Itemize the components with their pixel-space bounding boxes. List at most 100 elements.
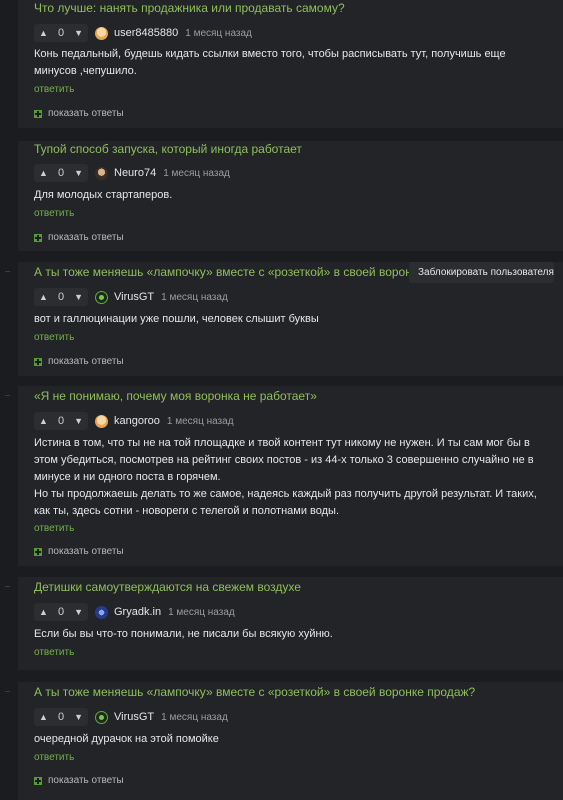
comment-text-line: Если бы вы что-то понимали, не писали бы… bbox=[34, 628, 333, 640]
comment-card: «Я не понимаю, почему моя воронка не раб… bbox=[18, 386, 563, 566]
reply-link[interactable]: ответить bbox=[34, 752, 74, 764]
show-replies-button[interactable]: показать ответы bbox=[34, 232, 124, 243]
thread-title-link[interactable]: Детишки самоутверждаются на свежем возду… bbox=[34, 580, 301, 594]
avatar[interactable] bbox=[95, 605, 108, 619]
show-replies-button[interactable]: показать ответы bbox=[34, 775, 124, 786]
comment-time: 1 месяц назад bbox=[185, 27, 252, 39]
username-link[interactable]: Neuro74 bbox=[114, 167, 156, 179]
comments-page: Что лучше: нанять продажника или продава… bbox=[0, 0, 563, 800]
reply-link[interactable]: ответить bbox=[34, 332, 74, 344]
arrow-up-icon[interactable]: ▲ bbox=[39, 712, 48, 722]
plus-box-icon bbox=[34, 547, 42, 556]
arrow-up-icon[interactable]: ▲ bbox=[39, 168, 48, 178]
reply-link[interactable]: ответить bbox=[34, 84, 74, 96]
vote-control: ▲ 0 ▼ bbox=[34, 24, 88, 42]
reply-link[interactable]: ответить bbox=[34, 208, 74, 220]
arrow-up-icon[interactable]: ▲ bbox=[39, 607, 48, 617]
vote-control: ▲ 0 ▼ bbox=[34, 412, 88, 430]
arrow-down-icon[interactable]: ▼ bbox=[74, 607, 83, 617]
comment-body: вот и галлюцинации уже пошли, человек сл… bbox=[34, 311, 319, 328]
thread-title-link[interactable]: Тупой способ запуска, который иногда раб… bbox=[34, 142, 302, 156]
comment-text-line: как ты, здесь сотни - новореги с телегой… bbox=[34, 505, 340, 517]
thread-title-link[interactable]: Что лучше: нанять продажника или продава… bbox=[34, 1, 345, 15]
show-replies-button[interactable]: показать ответы bbox=[34, 356, 124, 367]
comment-meta: ▲ 0 ▼ VirusGT 1 месяц назад bbox=[34, 708, 228, 726]
arrow-up-icon[interactable]: ▲ bbox=[39, 416, 48, 426]
plus-box-icon bbox=[34, 357, 42, 366]
comment-time: 1 месяц назад bbox=[161, 711, 228, 723]
thread-marker bbox=[5, 691, 10, 692]
show-replies-label: показать ответы bbox=[48, 232, 124, 243]
plus-box-icon bbox=[34, 776, 42, 785]
comment-text-line: Конь педальный, будешь кидать ссылки вме… bbox=[34, 48, 506, 60]
comment-body: Истина в том, что ты не на той площадке … bbox=[34, 435, 537, 520]
username-link[interactable]: VirusGT bbox=[114, 291, 154, 303]
comment-text-line: вот и галлюцинации уже пошли, человек сл… bbox=[34, 313, 319, 325]
comment-text-line: Для молодых стартаперов. bbox=[34, 189, 173, 201]
thread-title-link[interactable]: «Я не понимаю, почему моя воронка не раб… bbox=[34, 389, 317, 403]
vote-control: ▲ 0 ▼ bbox=[34, 288, 88, 306]
comment-card: А ты тоже меняешь «лампочку» вместе с «р… bbox=[18, 682, 563, 800]
arrow-down-icon[interactable]: ▼ bbox=[74, 292, 83, 302]
reply-link[interactable]: ответить bbox=[34, 647, 74, 659]
show-replies-label: показать ответы bbox=[48, 775, 124, 786]
show-replies-button[interactable]: показать ответы bbox=[34, 108, 124, 119]
avatar[interactable] bbox=[95, 290, 108, 304]
username-link[interactable]: VirusGT bbox=[114, 711, 154, 723]
vote-count: 0 bbox=[57, 711, 65, 723]
comment-body: очередной дурачок на этой помойке bbox=[34, 731, 219, 748]
thread-marker bbox=[5, 586, 10, 587]
comment-text-line: Истина в том, что ты не на той площадке … bbox=[34, 437, 530, 449]
avatar[interactable] bbox=[95, 414, 108, 428]
vote-control: ▲ 0 ▼ bbox=[34, 708, 88, 726]
comment-meta: ▲ 0 ▼ Neuro74 1 месяц назад bbox=[34, 164, 230, 182]
avatar[interactable] bbox=[95, 166, 108, 180]
comment-time: 1 месяц назад bbox=[168, 606, 235, 618]
comment-time: 1 месяц назад bbox=[166, 415, 234, 427]
show-replies-label: показать ответы bbox=[48, 356, 124, 367]
block-user-tooltip[interactable]: Заблокировать пользователя bbox=[409, 262, 554, 283]
arrow-down-icon[interactable]: ▼ bbox=[74, 168, 83, 178]
username-link[interactable]: kangoroo bbox=[114, 415, 160, 427]
thread-marker bbox=[5, 271, 10, 272]
arrow-up-icon[interactable]: ▲ bbox=[39, 28, 48, 38]
comment-card: Тупой способ запуска, который иногда раб… bbox=[18, 141, 563, 251]
arrow-down-icon[interactable]: ▼ bbox=[74, 416, 83, 426]
comment-body: Конь педальный, будешь кидать ссылки вме… bbox=[34, 46, 506, 80]
username-link[interactable]: user8485880 bbox=[114, 27, 178, 39]
avatar[interactable] bbox=[95, 26, 108, 40]
username-link[interactable]: Gryadk.in bbox=[114, 606, 161, 618]
vote-count: 0 bbox=[57, 167, 65, 179]
thread-marker bbox=[5, 395, 10, 396]
comment-meta: ▲ 0 ▼ user8485880 1 месяц назад bbox=[34, 24, 252, 42]
comment-time: 1 месяц назад bbox=[161, 291, 228, 303]
show-replies-label: показать ответы bbox=[48, 546, 124, 557]
vote-count: 0 bbox=[57, 27, 65, 39]
plus-box-icon bbox=[34, 109, 42, 118]
comment-meta: ▲ 0 ▼ kangoroo 1 месяц назад bbox=[34, 412, 234, 430]
comment-body: Для молодых стартаперов. bbox=[34, 187, 172, 204]
comment-text-line: очередной дурачок на этой помойке bbox=[34, 733, 219, 745]
comment-text-line: минусов ,чепушило. bbox=[34, 65, 137, 77]
comment-text-line: минусе и ни одного поста в горячем. bbox=[34, 471, 221, 483]
divider bbox=[18, 128, 563, 141]
comment-card: Что лучше: нанять продажника или продава… bbox=[18, 0, 563, 128]
vote-count: 0 bbox=[57, 291, 65, 303]
comment-meta: ▲ 0 ▼ Gryadk.in 1 месяц назад bbox=[34, 603, 235, 621]
thread-title-link[interactable]: А ты тоже меняешь «лампочку» вместе с «р… bbox=[34, 685, 475, 699]
arrow-down-icon[interactable]: ▼ bbox=[74, 712, 83, 722]
arrow-up-icon[interactable]: ▲ bbox=[39, 292, 48, 302]
vote-control: ▲ 0 ▼ bbox=[34, 164, 88, 182]
show-replies-button[interactable]: показать ответы bbox=[34, 546, 124, 557]
comment-text-line: Но ты продолжаешь делать то же самое, на… bbox=[34, 488, 537, 500]
arrow-down-icon[interactable]: ▼ bbox=[74, 28, 83, 38]
vote-count: 0 bbox=[57, 415, 65, 427]
show-replies-label: показать ответы bbox=[48, 108, 124, 119]
vote-count: 0 bbox=[57, 606, 65, 618]
plus-box-icon bbox=[34, 233, 42, 242]
comment-text-line: этом убедиться, посмотрев на рейтинг сво… bbox=[34, 454, 534, 466]
avatar[interactable] bbox=[95, 710, 108, 724]
reply-link[interactable]: ответить bbox=[34, 523, 74, 535]
vote-control: ▲ 0 ▼ bbox=[34, 603, 88, 621]
comment-meta: ▲ 0 ▼ VirusGT 1 месяц назад bbox=[34, 288, 228, 306]
